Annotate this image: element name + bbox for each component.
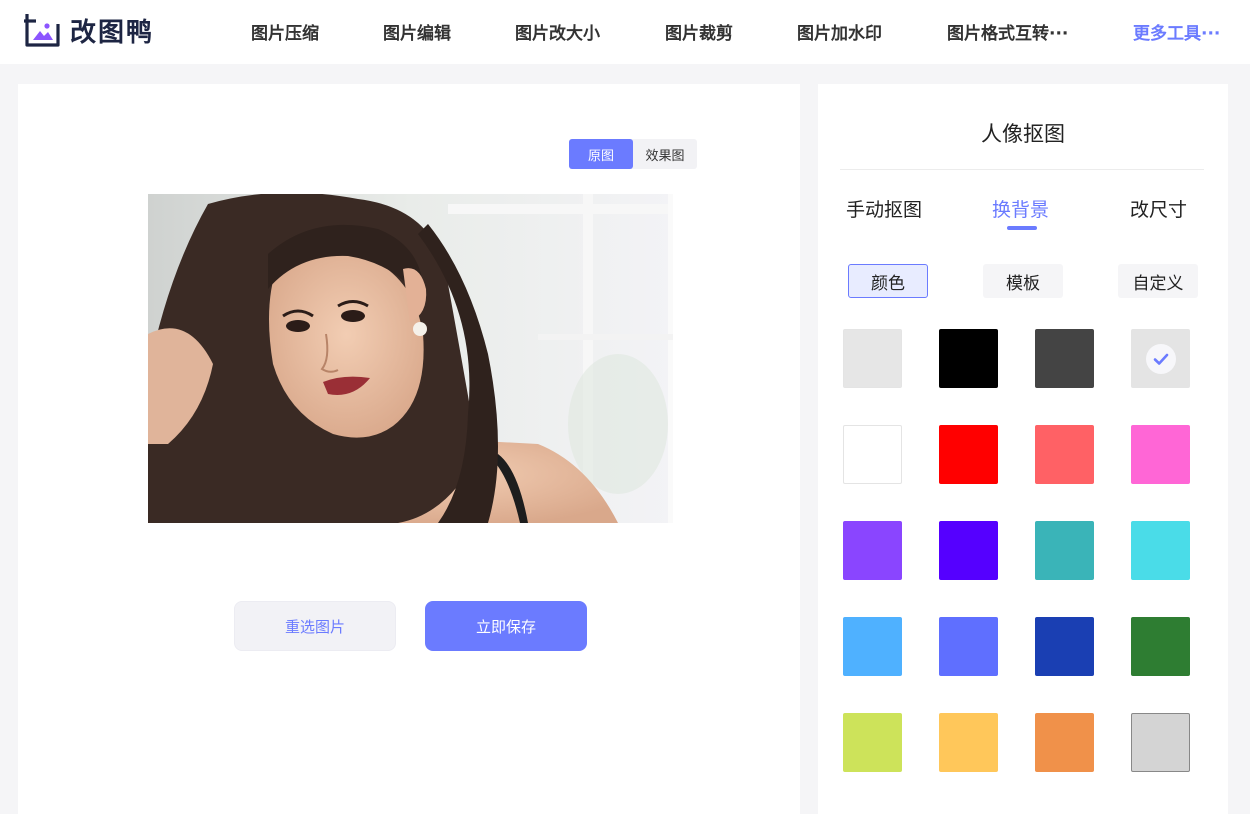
nav-image-compress[interactable]: 图片压缩 [251,19,319,44]
color-swatch[interactable] [939,713,998,772]
color-swatch[interactable] [939,425,998,484]
nav-image-watermark[interactable]: 图片加水印 [797,19,882,44]
color-swatch[interactable] [1131,713,1190,772]
portrait-photo [148,194,673,523]
tab-resize[interactable]: 改尺寸 [1130,195,1187,222]
nav-image-edit[interactable]: 图片编辑 [383,19,451,44]
view-toggle: 原图 效果图 [569,139,697,169]
main-nav: 图片压缩 图片编辑 图片改大小 图片裁剪 图片加水印 图片格式互转··· 更多工… [0,0,1250,64]
color-swatch[interactable] [1131,329,1190,388]
color-swatch[interactable] [939,329,998,388]
nav-more-tools[interactable]: 更多工具··· [1133,19,1220,44]
reselect-image-button[interactable]: 重选图片 [234,601,396,651]
color-swatch[interactable] [939,521,998,580]
tab-change-background[interactable]: 换背景 [992,195,1049,222]
panel-title: 人像抠图 [981,122,1065,146]
color-swatch[interactable] [1035,329,1094,388]
top-header: 改图鸭 图片压缩 图片编辑 图片改大小 图片裁剪 图片加水印 图片格式互转···… [0,0,1250,64]
color-swatch[interactable] [843,425,902,484]
nav-image-resize[interactable]: 图片改大小 [515,19,600,44]
color-swatch[interactable] [843,521,902,580]
subtab-custom[interactable]: 自定义 [1118,264,1198,298]
subtab-color[interactable]: 颜色 [848,264,928,298]
subtab-template[interactable]: 模板 [983,264,1063,298]
toggle-result[interactable]: 效果图 [633,139,697,169]
color-swatch[interactable] [939,617,998,676]
background-panel: 人像抠图 手动抠图 换背景 改尺寸 颜色 模板 自定义 [818,84,1228,814]
color-swatch[interactable] [843,713,902,772]
tab-manual-cutout[interactable]: 手动抠图 [846,195,922,222]
panel-divider [840,169,1204,170]
active-tab-indicator [1007,226,1037,230]
save-now-button[interactable]: 立即保存 [425,601,587,651]
color-swatch[interactable] [1035,713,1094,772]
color-swatch[interactable] [843,617,902,676]
color-swatch[interactable] [1131,617,1190,676]
color-swatch[interactable] [843,329,902,388]
color-swatch[interactable] [1035,617,1094,676]
toggle-original[interactable]: 原图 [569,139,633,169]
check-icon [1145,343,1176,374]
color-swatch[interactable] [1131,521,1190,580]
color-swatch[interactable] [1035,521,1094,580]
nav-format-convert[interactable]: 图片格式互转··· [947,19,1068,44]
color-swatch[interactable] [1035,425,1094,484]
preview-panel: 原图 效果图 重选图片 立即保存 [18,84,800,814]
nav-image-crop[interactable]: 图片裁剪 [665,19,733,44]
color-swatch[interactable] [1131,425,1190,484]
